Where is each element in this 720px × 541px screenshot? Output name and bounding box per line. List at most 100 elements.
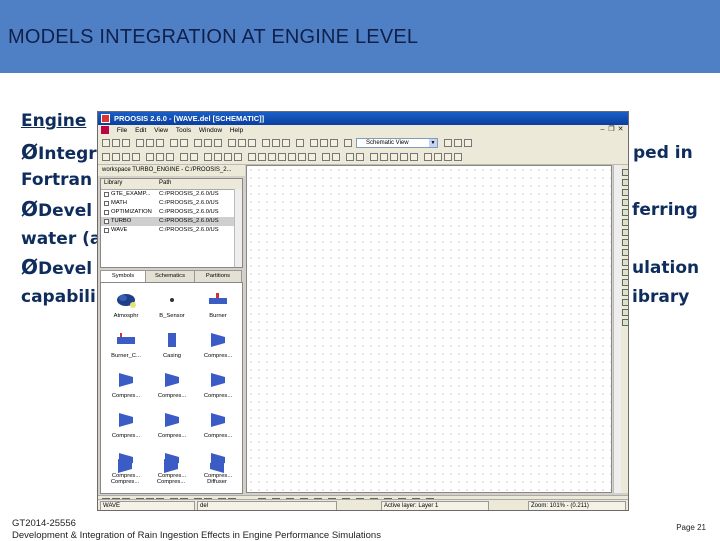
tool-icon[interactable]: [410, 153, 418, 161]
image-tool-icon[interactable]: [622, 319, 628, 326]
minimize-icon[interactable]: –: [599, 126, 606, 133]
tool-icon[interactable]: [166, 153, 174, 161]
line-tool-icon[interactable]: [622, 199, 628, 206]
schematic-icon[interactable]: [344, 139, 352, 147]
shape-tool-icon[interactable]: [622, 239, 628, 246]
palette-item-compressor[interactable]: Compres...: [105, 405, 147, 445]
library-col-name[interactable]: Library: [104, 180, 122, 186]
zoom-icon[interactable]: [278, 153, 286, 161]
grid-icon[interactable]: [272, 139, 280, 147]
line-tool-icon[interactable]: [622, 209, 628, 216]
tool-icon[interactable]: [444, 153, 452, 161]
tool-icon[interactable]: [132, 153, 140, 161]
line-tool-icon[interactable]: [622, 189, 628, 196]
library-row[interactable]: GTE_EXAMP... C:/PROOSIS_2.6.0/US: [101, 190, 234, 199]
shape-tool-icon[interactable]: [622, 289, 628, 296]
shape-tool-icon[interactable]: [622, 259, 628, 266]
tool-icon[interactable]: [180, 153, 188, 161]
close-icon[interactable]: ✕: [617, 126, 624, 133]
tool-icon[interactable]: [228, 139, 236, 147]
menu-tools[interactable]: Tools: [176, 125, 191, 136]
palette-item-compressor[interactable]: Compres...: [197, 325, 239, 365]
proosis-window[interactable]: PROOSIS 2.6.0 - [WAVE.del [SCHEMATIC]] F…: [97, 111, 629, 511]
zoom-out-icon[interactable]: [258, 153, 266, 161]
run-icon[interactable]: [310, 139, 318, 147]
tool-icon[interactable]: [332, 153, 340, 161]
paste-icon[interactable]: [156, 139, 164, 147]
palette-item-casing[interactable]: Casing: [151, 325, 193, 365]
menu-view[interactable]: View: [154, 125, 168, 136]
menu-edit[interactable]: Edit: [135, 125, 146, 136]
palette-item-diffuser[interactable]: Diffuser: [196, 451, 238, 491]
zoom-icon[interactable]: [308, 153, 316, 161]
palette-item-compressor[interactable]: Compres...: [150, 451, 192, 491]
arrow-icon[interactable]: [102, 153, 110, 161]
select-tool-icon[interactable]: [622, 169, 628, 176]
shape-tool-icon[interactable]: [622, 299, 628, 306]
tool-icon[interactable]: [454, 139, 462, 147]
library-row-selected[interactable]: TURBO C:/PROOSIS_2.6.0/US: [101, 217, 234, 226]
menu-help[interactable]: Help: [230, 125, 243, 136]
library-row[interactable]: OPTIMIZATION C:/PROOSIS_2.6.0/US: [101, 208, 234, 217]
shape-tool-icon[interactable]: [622, 249, 628, 256]
schematic-canvas[interactable]: [246, 165, 612, 493]
palette-item-burner[interactable]: Burner: [197, 285, 239, 325]
expand-icon[interactable]: [104, 219, 109, 224]
play-icon[interactable]: [320, 139, 328, 147]
window-titlebar[interactable]: PROOSIS 2.6.0 - [WAVE.del [SCHEMATIC]]: [98, 112, 628, 125]
grid-icon[interactable]: [262, 139, 270, 147]
tool-icon[interactable]: [444, 139, 452, 147]
library-col-path[interactable]: Path: [159, 180, 171, 186]
tool-icon[interactable]: [214, 139, 222, 147]
line-tool-icon[interactable]: [622, 179, 628, 186]
expand-icon[interactable]: [104, 192, 109, 197]
tool-icon[interactable]: [234, 153, 242, 161]
zoom-icon[interactable]: [288, 153, 296, 161]
tool-icon[interactable]: [370, 153, 378, 161]
library-table[interactable]: Library Path GTE_EXAMP... C:/PROOSIS_2.6…: [100, 178, 243, 268]
undo-icon[interactable]: [170, 139, 178, 147]
shape-tool-icon[interactable]: [622, 269, 628, 276]
palette-item-compressor[interactable]: Compres...: [197, 365, 239, 405]
palette-item-burner-c[interactable]: Burner_C...: [105, 325, 147, 365]
text-tool-icon[interactable]: [622, 309, 628, 316]
tool-icon[interactable]: [454, 153, 462, 161]
zoom-icon[interactable]: [298, 153, 306, 161]
help-icon[interactable]: [296, 139, 304, 147]
new-file-icon[interactable]: [102, 139, 110, 147]
tool-icon[interactable]: [156, 153, 164, 161]
zoom-fit-icon[interactable]: [268, 153, 276, 161]
palette-item-atmosphere[interactable]: Atmosphr: [105, 285, 147, 325]
view-combo[interactable]: Schematic View ▼: [356, 138, 438, 148]
tool-icon[interactable]: [204, 139, 212, 147]
palette-item-b-sensor[interactable]: B_Sensor: [151, 285, 193, 325]
tool-icon[interactable]: [194, 139, 202, 147]
tool-icon[interactable]: [224, 153, 232, 161]
library-row[interactable]: MATH C:/PROOSIS_2.6.0/US: [101, 199, 234, 208]
expand-icon[interactable]: [104, 210, 109, 215]
tool-icon[interactable]: [380, 153, 388, 161]
tool-icon[interactable]: [248, 139, 256, 147]
palette-item-compressor[interactable]: Compres...: [151, 365, 193, 405]
tool-icon[interactable]: [434, 153, 442, 161]
stop-icon[interactable]: [330, 139, 338, 147]
expand-icon[interactable]: [104, 228, 109, 233]
tool-icon[interactable]: [424, 153, 432, 161]
tool-icon[interactable]: [464, 139, 472, 147]
tab-partitions[interactable]: Partitions: [194, 270, 242, 282]
restore-icon[interactable]: ❐: [608, 126, 615, 133]
menu-file[interactable]: File: [117, 125, 127, 136]
tool-icon[interactable]: [146, 153, 154, 161]
redo-icon[interactable]: [180, 139, 188, 147]
palette-item-compressor[interactable]: Compres...: [197, 405, 239, 445]
close-icon[interactable]: [322, 153, 330, 161]
zoom-in-icon[interactable]: [248, 153, 256, 161]
tool-icon[interactable]: [204, 153, 212, 161]
save-icon[interactable]: [122, 139, 130, 147]
grid-icon[interactable]: [282, 139, 290, 147]
expand-icon[interactable]: [104, 201, 109, 206]
cut-icon[interactable]: [136, 139, 144, 147]
tool-icon[interactable]: [356, 153, 364, 161]
tab-schematics[interactable]: Schematics: [145, 270, 195, 282]
open-folder-icon[interactable]: [112, 139, 120, 147]
